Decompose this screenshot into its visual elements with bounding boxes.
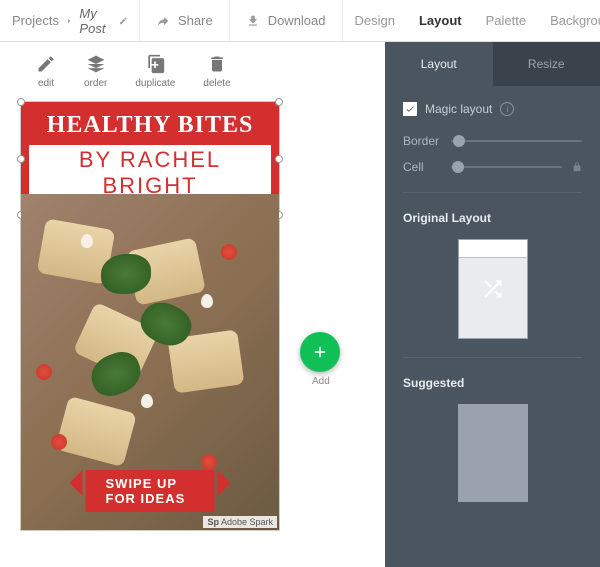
lock-icon[interactable] bbox=[572, 162, 582, 172]
selection-handle[interactable] bbox=[275, 98, 283, 106]
check-icon bbox=[405, 104, 415, 114]
swipe-ribbon: SWIPE UP FOR IDEAS bbox=[86, 470, 215, 512]
share-label: Share bbox=[178, 13, 213, 28]
breadcrumb-current[interactable]: My Post bbox=[79, 6, 112, 36]
magic-layout-row: Magic layout i bbox=[403, 102, 582, 116]
side-tab-layout[interactable]: Layout bbox=[385, 42, 493, 86]
pencil-icon[interactable] bbox=[119, 15, 127, 27]
plus-icon bbox=[311, 343, 329, 361]
breadcrumb-root[interactable]: Projects bbox=[12, 13, 59, 28]
tab-palette[interactable]: Palette bbox=[474, 0, 538, 41]
divider bbox=[403, 357, 582, 358]
poster-image[interactable]: SWIPE UP FOR IDEAS Sp Adobe Spark bbox=[21, 194, 279, 530]
tab-layout[interactable]: Layout bbox=[407, 0, 474, 41]
download-icon bbox=[246, 14, 260, 28]
side-body: Magic layout i Border Cell Original Layo… bbox=[385, 86, 600, 567]
poster-subtitle: BY RACHEL BRIGHT bbox=[29, 145, 271, 201]
side-tab-resize[interactable]: Resize bbox=[493, 42, 600, 86]
border-slider-row: Border bbox=[403, 134, 582, 148]
tab-background[interactable]: Background bbox=[538, 0, 600, 41]
watermark: Sp Adobe Spark bbox=[203, 516, 277, 528]
poster-title: HEALTHY BITES bbox=[29, 112, 271, 139]
edit-label: edit bbox=[38, 78, 54, 89]
add-button[interactable] bbox=[300, 332, 340, 372]
duplicate-icon bbox=[145, 54, 165, 74]
share-button[interactable]: Share bbox=[140, 0, 230, 41]
trash-icon bbox=[207, 54, 227, 74]
selection-handle[interactable] bbox=[17, 155, 25, 163]
canvas-tools: edit order duplicate delete bbox=[36, 54, 365, 89]
side-panel: Layout Resize Magic layout i Border Cell bbox=[385, 42, 600, 567]
watermark-logo: Sp bbox=[207, 517, 219, 527]
magic-layout-checkbox[interactable] bbox=[403, 102, 417, 116]
order-label: order bbox=[84, 78, 107, 89]
info-icon[interactable]: i bbox=[500, 102, 514, 116]
border-slider[interactable] bbox=[451, 140, 582, 142]
canvas-area: edit order duplicate delete bbox=[0, 42, 385, 567]
order-tool[interactable]: order bbox=[84, 54, 107, 89]
cell-slider[interactable] bbox=[451, 166, 562, 168]
suggested-title: Suggested bbox=[403, 376, 582, 390]
breadcrumb: Projects My Post bbox=[0, 0, 140, 41]
add-label: Add bbox=[312, 376, 330, 387]
delete-tool[interactable]: delete bbox=[203, 54, 230, 89]
top-tabs: Design Layout Palette Background Text bbox=[343, 0, 600, 41]
share-icon bbox=[156, 14, 170, 28]
border-label: Border bbox=[403, 134, 441, 148]
edit-tool[interactable]: edit bbox=[36, 54, 56, 89]
duplicate-tool[interactable]: duplicate bbox=[135, 54, 175, 89]
divider bbox=[403, 192, 582, 193]
original-layout-thumb[interactable] bbox=[458, 239, 528, 339]
top-bar: Projects My Post Share Download Design L… bbox=[0, 0, 600, 42]
side-tabs: Layout Resize bbox=[385, 42, 600, 86]
watermark-text: Adobe Spark bbox=[221, 517, 273, 527]
main-area: edit order duplicate delete bbox=[0, 42, 600, 567]
cell-label: Cell bbox=[403, 160, 441, 174]
original-layout-title: Original Layout bbox=[403, 211, 582, 225]
download-label: Download bbox=[268, 13, 326, 28]
magic-layout-label: Magic layout bbox=[425, 102, 492, 116]
tab-design[interactable]: Design bbox=[343, 0, 407, 41]
duplicate-label: duplicate bbox=[135, 78, 175, 89]
chevron-right-icon bbox=[65, 15, 73, 27]
suggested-layout-thumb[interactable] bbox=[458, 404, 528, 502]
layers-icon bbox=[86, 54, 106, 74]
poster-canvas[interactable]: HEALTHY BITES BY RACHEL BRIGHT bbox=[20, 101, 280, 531]
download-button[interactable]: Download bbox=[230, 0, 343, 41]
pencil-icon bbox=[36, 54, 56, 74]
delete-label: delete bbox=[203, 78, 230, 89]
selection-handle[interactable] bbox=[17, 98, 25, 106]
shuffle-icon bbox=[480, 276, 506, 302]
cell-slider-row: Cell bbox=[403, 160, 582, 174]
selection-handle[interactable] bbox=[275, 155, 283, 163]
